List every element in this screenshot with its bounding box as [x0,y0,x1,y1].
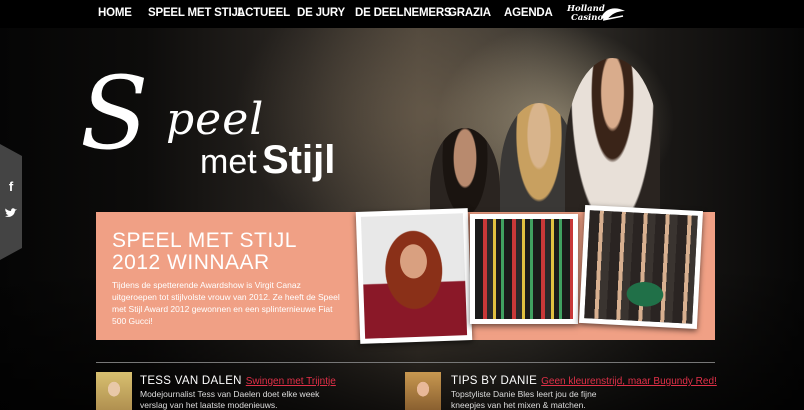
nav-home[interactable]: HOME [98,7,132,19]
party-photo[interactable] [578,204,704,330]
news-title-danie: TIPS BY DANIE [451,375,538,387]
party-photo-image [584,210,698,324]
panel-title-line-1: SPEEL MET STIJL [112,229,297,252]
tess-avatar[interactable] [96,372,132,410]
nav-de-deelnemers[interactable]: DE DEELNEMERS [355,7,452,19]
nav-speel-met-stijl[interactable]: SPEEL MET STIJL [148,7,245,19]
winner-photo[interactable] [355,208,473,344]
social-share-tab: f [0,144,22,260]
nav-grazia[interactable]: GRAZIA [448,7,491,19]
group-photo[interactable] [470,214,578,324]
nav-agenda[interactable]: AGENDA [504,7,553,19]
holland-casino-logo[interactable]: Holland Casino [565,3,629,25]
section-divider [96,362,715,363]
news-link-danie[interactable]: Geen kleurenstrijd, maar Bugundy Red! [541,376,717,387]
nav-de-jury[interactable]: DE JURY [297,7,345,19]
nav-actueel[interactable]: ACTUEEL [237,7,290,19]
casino-emblem-icon [601,8,625,21]
news-title-tess: TESS VAN DALEN [140,375,242,387]
panel-title[interactable]: SPEEL MET STIJL 2012 WINNAAR [112,230,297,274]
news-text-danie: Topstyliste Danie Bles leert jou de fijn… [451,389,597,410]
danie-avatar[interactable] [405,372,441,410]
group-photo-image [475,219,573,319]
logo-letter-s: S [80,55,149,172]
panel-description: Tijdens de spetterende Awardshow is Virg… [112,280,340,326]
logo-met: met [200,143,257,181]
logo-peel: peel [166,94,265,145]
logo-stijl: Stijl [262,138,336,182]
news-link-tess[interactable]: Swingen met Trijntje [246,376,336,387]
news-item-danie-header: TIPS BY DANIE Geen kleurenstrijd, maar Bu… [451,375,717,387]
panel-title-line-2: 2012 WINNAAR [112,251,270,274]
facebook-icon[interactable]: f [4,180,18,194]
news-text-tess: Modejournalist Tess van Daelen doet elke… [140,389,320,410]
top-navigation: HOME SPEEL MET STIJL ACTUEEL DE JURY DE … [0,0,804,28]
news-item-tess-header: TESS VAN DALEN Swingen met Trijntje [140,375,336,387]
winner-photo-image [360,213,468,339]
twitter-icon[interactable] [4,206,18,220]
